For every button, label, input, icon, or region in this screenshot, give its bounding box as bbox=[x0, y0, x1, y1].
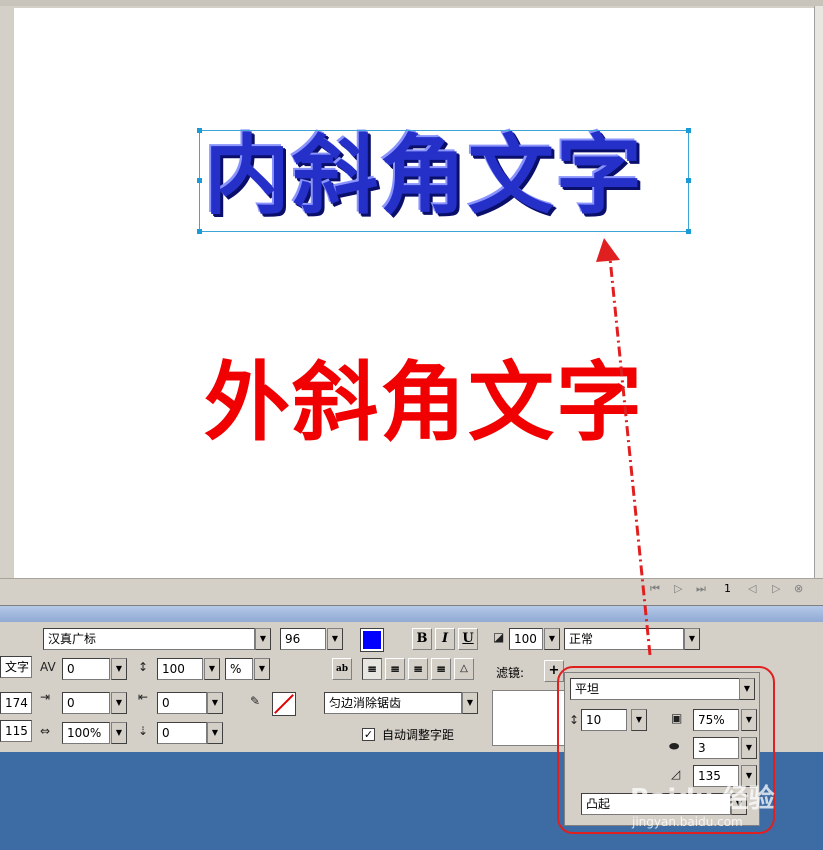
baidu-watermark-logo: Baidu 经验 bbox=[630, 784, 775, 814]
annotation-arrow-head bbox=[596, 238, 620, 262]
annotation-arrow-line bbox=[608, 257, 652, 656]
baidu-watermark-url: jingyan.baidu.com bbox=[632, 815, 743, 829]
annotation-arrow bbox=[596, 238, 652, 656]
